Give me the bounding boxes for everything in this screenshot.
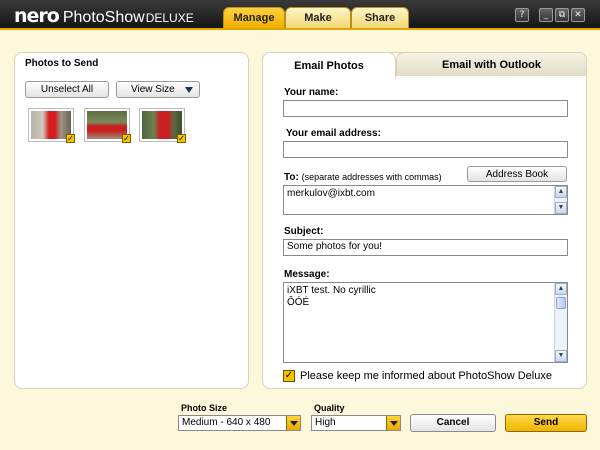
unselect-all-button[interactable]: Unselect All bbox=[25, 81, 109, 98]
your-name-input[interactable] bbox=[283, 100, 568, 117]
subject-input[interactable]: Some photos for you! bbox=[283, 239, 568, 256]
photo-size-value: Medium - 640 x 480 bbox=[182, 417, 271, 428]
photo-size-label: Photo Size bbox=[181, 403, 228, 413]
photo-image bbox=[31, 111, 71, 139]
photo-image bbox=[142, 111, 182, 139]
quality-select[interactable]: High bbox=[311, 415, 401, 431]
photo-size-select[interactable]: Medium - 640 x 480 bbox=[178, 415, 301, 431]
tab-email-photos[interactable]: Email Photos bbox=[262, 52, 396, 78]
tab-manage[interactable]: Manage bbox=[223, 7, 285, 28]
chevron-down-icon[interactable] bbox=[286, 416, 300, 430]
app-logo: nero PhotoShowDELUXE bbox=[14, 5, 194, 27]
keep-informed-label: Please keep me informed about PhotoShow … bbox=[300, 370, 552, 382]
tab-make[interactable]: Make bbox=[285, 7, 351, 28]
email-address-label: Your email address: bbox=[286, 128, 381, 139]
subject-label: Subject: bbox=[284, 226, 324, 237]
tab-email-with-outlook[interactable]: Email with Outlook bbox=[396, 52, 587, 76]
to-value: merkulov@ixbt.com bbox=[287, 188, 375, 199]
checkmark-icon[interactable]: ✓ bbox=[177, 134, 186, 143]
to-scrollbar[interactable]: ▲ ▼ bbox=[554, 186, 567, 214]
photo-thumbnail[interactable]: ✓ bbox=[28, 108, 75, 143]
view-size-button[interactable]: View Size bbox=[116, 81, 200, 98]
photos-to-send-title: Photos to Send bbox=[25, 58, 99, 69]
to-hint: (separate addresses with commas) bbox=[301, 172, 442, 182]
checkmark-icon[interactable]: ✓ bbox=[66, 134, 75, 143]
logo-edition: DELUXE bbox=[145, 11, 194, 25]
photo-thumbnail[interactable]: ✓ bbox=[84, 108, 131, 143]
message-scrollbar[interactable]: ▲ ▼ bbox=[554, 283, 567, 362]
help-icon[interactable]: ? bbox=[515, 8, 529, 22]
email-address-input[interactable] bbox=[283, 141, 568, 158]
message-value: iXBT test. No cyrillic ÔÓÉ bbox=[287, 285, 376, 308]
photos-panel bbox=[14, 52, 249, 389]
quality-label: Quality bbox=[314, 403, 345, 413]
scroll-up-icon[interactable]: ▲ bbox=[555, 186, 567, 198]
your-name-label: Your name: bbox=[284, 87, 339, 98]
photo-image bbox=[87, 111, 127, 139]
cancel-button[interactable]: Cancel bbox=[410, 414, 496, 432]
tab-share[interactable]: Share bbox=[351, 7, 409, 28]
address-book-button[interactable]: Address Book bbox=[467, 166, 567, 182]
logo-nero: nero bbox=[14, 5, 60, 27]
checkmark-icon[interactable]: ✓ bbox=[122, 134, 131, 143]
minimize-icon[interactable]: _ bbox=[539, 8, 553, 22]
keep-informed-checkbox[interactable]: ✓ bbox=[283, 370, 295, 382]
close-icon[interactable]: ✕ bbox=[571, 8, 585, 22]
restore-icon[interactable]: ⧉ bbox=[555, 8, 569, 22]
title-bar: nero PhotoShowDELUXE Manage Make Share ? … bbox=[0, 0, 600, 30]
view-size-label: View Size bbox=[131, 84, 175, 95]
send-button[interactable]: Send bbox=[505, 414, 587, 432]
chevron-down-icon bbox=[185, 87, 193, 93]
message-input[interactable]: iXBT test. No cyrillic ÔÓÉ ▲ ▼ bbox=[283, 282, 568, 363]
message-label: Message: bbox=[284, 269, 330, 280]
quality-value: High bbox=[315, 417, 336, 428]
photo-thumbnail[interactable]: ✓ bbox=[139, 108, 186, 143]
scroll-down-icon[interactable]: ▼ bbox=[555, 202, 567, 214]
to-label: To: (separate addresses with commas) bbox=[284, 172, 442, 183]
to-label-text: To: bbox=[284, 172, 299, 183]
scroll-down-icon[interactable]: ▼ bbox=[555, 350, 567, 362]
to-input[interactable]: merkulov@ixbt.com ▲ ▼ bbox=[283, 185, 568, 215]
chevron-down-icon[interactable] bbox=[386, 416, 400, 430]
logo-product: PhotoShow bbox=[62, 9, 145, 26]
scroll-thumb[interactable] bbox=[556, 297, 566, 309]
scroll-up-icon[interactable]: ▲ bbox=[555, 283, 567, 295]
